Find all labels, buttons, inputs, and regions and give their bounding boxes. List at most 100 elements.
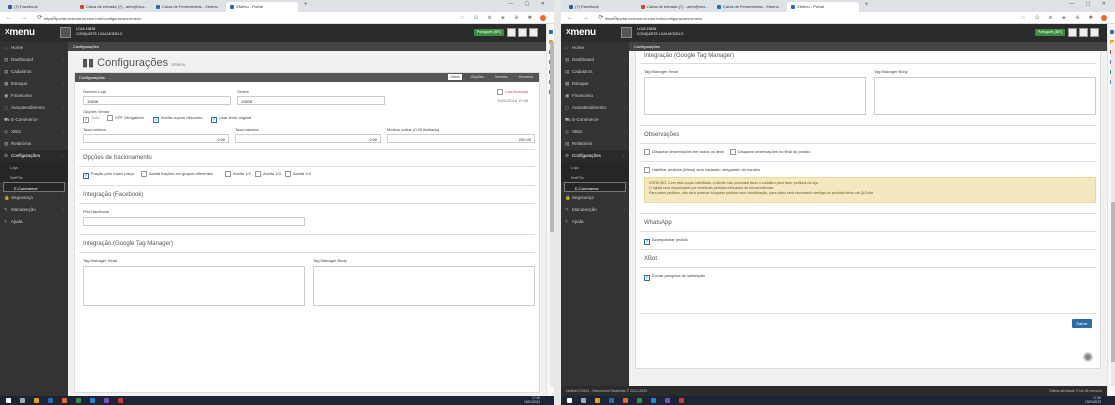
sidebar-item-cadastros[interactable]: ▤ Cadastros › bbox=[0, 66, 68, 78]
app-icon[interactable] bbox=[90, 398, 95, 403]
pesquisa-satisfacao-checkbox[interactable]: ✓ Enviar pesquisa de satisfação bbox=[644, 273, 705, 281]
save-button[interactable]: Salvar bbox=[1072, 319, 1092, 328]
menu-icon[interactable] bbox=[507, 28, 516, 37]
sidebar-item-estoque[interactable]: ▦ Estoque › bbox=[0, 78, 68, 90]
fracao-maior-preco-checkbox[interactable]: ✓ Fração pelo maior preço bbox=[83, 171, 134, 179]
sidebar-item-dashboard[interactable]: ▥ Dashboard › bbox=[0, 54, 68, 66]
edge-icon[interactable] bbox=[48, 398, 53, 403]
app-icon[interactable] bbox=[118, 398, 123, 403]
sidebar-subitem-notfiis[interactable]: NotFiIs bbox=[0, 172, 68, 182]
fracoes-grupos-checkbox[interactable]: Aceita frações em grupos diferentes bbox=[141, 171, 213, 177]
menu-icon[interactable] bbox=[1068, 28, 1077, 37]
sidebar-item-configuracoes[interactable]: ⚙ Configurações ⌄ bbox=[561, 150, 629, 162]
sidebar-item-home[interactable]: ⌂ Home bbox=[561, 42, 629, 54]
aceita-quarto-checkbox[interactable]: Aceita 1/4 bbox=[285, 171, 311, 177]
edge-icon[interactable] bbox=[609, 398, 614, 403]
sidebar-item-ecommerce[interactable]: ⛟E-Commerce › bbox=[561, 114, 629, 126]
sidebar-item-relatorios[interactable]: ▧ Relatórios › bbox=[561, 138, 629, 150]
obs-itens-checkbox[interactable]: Disquear observações em todos os itens bbox=[644, 149, 724, 155]
sidebar-item-relatorios[interactable]: ▧ Relatórios › bbox=[0, 138, 68, 150]
sidebar-item-ajuda[interactable]: ? Ajuda bbox=[0, 216, 68, 228]
gtm-head-textarea[interactable] bbox=[83, 266, 305, 306]
pixel-facebook-input[interactable] bbox=[83, 217, 305, 226]
senha-input[interactable]: 19838 bbox=[237, 96, 385, 105]
url-input[interactable]: https://portal.netcontroll.com.br/#/conf… bbox=[40, 14, 300, 22]
xmenu-logo[interactable]: Xmenu bbox=[5, 27, 35, 38]
sidebar-item-autoatendimento[interactable]: ◻ Autoatendimento › bbox=[0, 102, 68, 114]
user-icon[interactable] bbox=[529, 28, 538, 37]
sidebar-subitem-loja[interactable]: Loja bbox=[561, 162, 629, 172]
numero-loja-input[interactable]: 19838 bbox=[83, 96, 231, 105]
browser-tab-active[interactable]: XMenu - Portal bbox=[787, 2, 859, 12]
profile-avatar[interactable] bbox=[1101, 15, 1107, 21]
extension-icons[interactable]: ☆ ⊙ ⊚ ◈ ⊕ ✱ bbox=[460, 15, 536, 21]
browser-tab[interactable]: Caixa de Ferramentas - Xmenu bbox=[152, 2, 224, 12]
browser-tab[interactable]: Caixa de Ferramentas - Xmenu bbox=[713, 2, 785, 12]
todo-checkbox[interactable]: ✓ Todo bbox=[83, 115, 100, 123]
grid-icon[interactable] bbox=[1079, 28, 1088, 37]
window-controls[interactable]: — ▢ ✕ bbox=[508, 1, 550, 7]
tab-horarios[interactable]: Horários bbox=[517, 74, 535, 80]
language-selector[interactable]: Português (BR) bbox=[1034, 29, 1065, 36]
browser-tab[interactable]: Caixa de entrada (7) - adm@nuv... bbox=[637, 2, 709, 12]
window-controls[interactable]: — ▢ ✕ bbox=[1069, 1, 1111, 7]
profile-avatar[interactable] bbox=[540, 15, 546, 21]
cupom-checkbox[interactable]: ✓ Aceita cupom desconto bbox=[153, 115, 203, 123]
texto-original-checkbox[interactable]: ✓ Usar texto original bbox=[211, 115, 251, 123]
app-icon[interactable] bbox=[637, 398, 642, 403]
language-selector[interactable]: Português (BR) bbox=[473, 29, 504, 36]
extension-icons[interactable]: ☆ ⊙ ⊚ ◈ ⊕ ✱ bbox=[1021, 15, 1097, 21]
app-icon[interactable] bbox=[679, 398, 684, 403]
taxa-minima-input[interactable]: 0.00 bbox=[83, 134, 229, 143]
sidebar-subitem-ecommerce[interactable]: E-Commerce bbox=[3, 182, 65, 192]
sidebar-item-dashboard[interactable]: ▥ Dashboard › bbox=[561, 54, 629, 66]
sidebar-item-xbot[interactable]: ◎ XBot › bbox=[561, 126, 629, 138]
scroll-top-button[interactable] bbox=[1083, 352, 1093, 362]
windows-start-icon[interactable] bbox=[567, 398, 572, 403]
sidebar-item-cadastros[interactable]: ▤ Cadastros › bbox=[561, 66, 629, 78]
cpf-checkbox[interactable]: CPF Obrigatório bbox=[107, 115, 144, 121]
sidebar-item-xbot[interactable]: ◎ XBot › bbox=[0, 126, 68, 138]
tab-geral[interactable]: Geral bbox=[448, 74, 462, 80]
browser-tab[interactable]: (7) Facebook bbox=[4, 2, 64, 12]
tab-opcoes[interactable]: Opções bbox=[469, 74, 486, 80]
gtm-body-textarea[interactable] bbox=[313, 266, 535, 306]
page-scrollbar[interactable] bbox=[1111, 42, 1115, 386]
sidebar-item-ecommerce[interactable]: ⛟E-Commerce › bbox=[0, 114, 68, 126]
chrome-icon[interactable] bbox=[623, 398, 628, 403]
edge-search-icon[interactable] bbox=[548, 30, 553, 34]
sidebar-item-financeiro[interactable]: ▣ Financeiro › bbox=[0, 90, 68, 102]
gtm-head-textarea[interactable] bbox=[644, 77, 866, 115]
grid-icon[interactable] bbox=[518, 28, 527, 37]
app-icon[interactable] bbox=[104, 398, 109, 403]
xmenu-logo[interactable]: Xmenu bbox=[566, 27, 596, 38]
store-info[interactable]: LOJA 19838 CONQUISTE LOJA MODELO bbox=[637, 27, 683, 37]
sidebar-item-estoque[interactable]: ▦ Estoque › bbox=[561, 78, 629, 90]
sidebar-item-configuracoes[interactable]: ⚙ Configurações ⌄ bbox=[0, 150, 68, 162]
file-explorer-icon[interactable] bbox=[595, 398, 600, 403]
sidebar-item-home[interactable]: ⌂ Home bbox=[0, 42, 68, 54]
obs-final-checkbox[interactable]: Disquear observações no final do pedido bbox=[730, 149, 811, 155]
browser-tab[interactable]: (7) Facebook bbox=[565, 2, 625, 12]
file-explorer-icon[interactable] bbox=[34, 398, 39, 403]
sidebar-item-autoatendimento[interactable]: ◻ Autoatendimento › bbox=[561, 102, 629, 114]
browser-tab-active[interactable]: XMenu - Portal bbox=[226, 2, 298, 12]
browser-tab[interactable]: Caixa de entrada (7) - adm@nuv... bbox=[76, 2, 148, 12]
system-tray[interactable]: 17:40 15/01/2023 bbox=[524, 396, 540, 404]
minimo-online-input[interactable]: 200.00 bbox=[387, 134, 535, 143]
search-icon[interactable] bbox=[20, 398, 25, 403]
new-tab-button[interactable]: + bbox=[304, 2, 308, 8]
url-input[interactable]: https://portal.netcontroll.com.br/#/conf… bbox=[601, 14, 861, 22]
sidebar-subitem-loja[interactable]: Loja bbox=[0, 162, 68, 172]
windows-start-icon[interactable] bbox=[6, 398, 11, 403]
app-icon[interactable] bbox=[76, 398, 81, 403]
sidebar-item-seguranca[interactable]: 🔒Segurança › bbox=[0, 192, 68, 204]
acompanhar-pedido-checkbox[interactable]: ✓ Acompanhar pedido bbox=[644, 237, 688, 245]
new-tab-button[interactable]: + bbox=[865, 2, 869, 8]
search-icon[interactable] bbox=[581, 398, 586, 403]
tab-vendas[interactable]: Vendas bbox=[493, 74, 510, 80]
sidebar-item-manutencao[interactable]: ✎ Manutenção › bbox=[561, 204, 629, 216]
gtm-body-textarea[interactable] bbox=[874, 77, 1096, 115]
edge-search-icon[interactable] bbox=[1109, 30, 1114, 34]
store-info[interactable]: LOJA 19838 CONQUISTE LOJA MODELO bbox=[76, 27, 122, 37]
